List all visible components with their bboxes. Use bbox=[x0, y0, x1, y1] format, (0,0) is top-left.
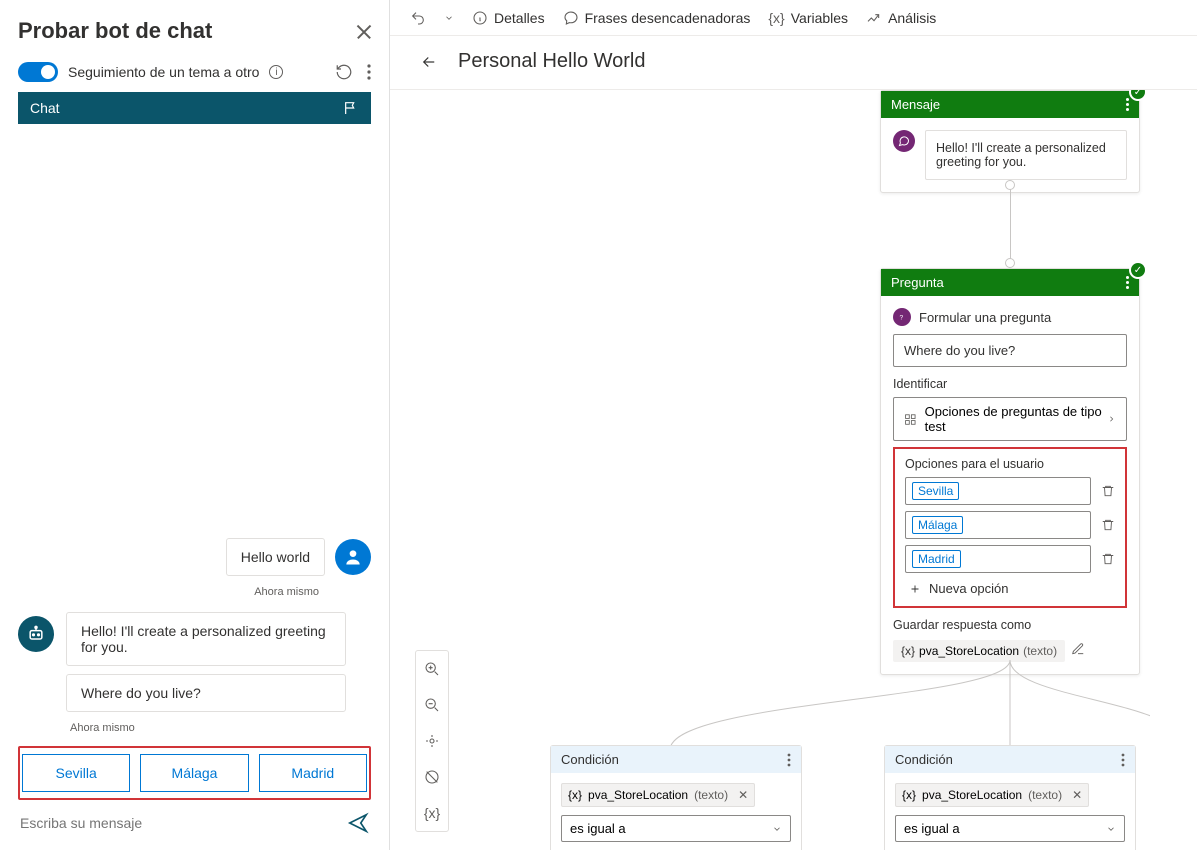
flag-icon[interactable] bbox=[343, 100, 359, 116]
delete-icon[interactable] bbox=[1101, 552, 1115, 566]
details-button[interactable]: Detalles bbox=[472, 10, 545, 26]
bot-avatar-icon bbox=[18, 616, 54, 652]
node-menu-icon[interactable] bbox=[1126, 276, 1129, 289]
remove-icon[interactable]: ✕ bbox=[738, 788, 748, 802]
save-response-label: Guardar respuesta como bbox=[893, 618, 1127, 632]
zoom-controls: {x} bbox=[415, 650, 449, 832]
chat-bubble-icon bbox=[893, 130, 915, 152]
analytics-button[interactable]: Análisis bbox=[866, 10, 936, 26]
option-input-3[interactable]: Madrid bbox=[905, 545, 1091, 573]
message-text[interactable]: Hello! I'll create a personalized greeti… bbox=[925, 130, 1127, 180]
option-madrid[interactable]: Madrid bbox=[259, 754, 367, 792]
identify-label: Identificar bbox=[893, 377, 1127, 391]
connector-dot bbox=[1005, 180, 1015, 190]
question-text-input[interactable] bbox=[893, 334, 1127, 367]
close-icon[interactable] bbox=[355, 23, 371, 39]
zoom-in-button[interactable] bbox=[416, 651, 448, 687]
track-toggle[interactable] bbox=[18, 62, 58, 82]
user-options-section: Opciones para el usuario Sevilla Málaga … bbox=[893, 447, 1127, 608]
chevron-down-icon bbox=[1106, 824, 1116, 834]
fit-button[interactable] bbox=[416, 723, 448, 759]
panel-title: Probar bot de chat bbox=[18, 18, 212, 44]
variables-button[interactable]: {x} Variables bbox=[768, 10, 848, 26]
trigger-phrases-button[interactable]: Frases desencadenadoras bbox=[563, 10, 751, 26]
chat-header: Chat bbox=[18, 92, 371, 124]
info-icon[interactable]: i bbox=[269, 65, 283, 79]
check-icon: ✓ bbox=[1129, 261, 1147, 279]
ask-question-label: Formular una pregunta bbox=[919, 310, 1051, 325]
variables-panel-button[interactable]: {x} bbox=[416, 795, 448, 831]
undo-button[interactable] bbox=[410, 10, 426, 26]
option-input-1[interactable]: Sevilla bbox=[905, 477, 1091, 505]
zoom-out-button[interactable] bbox=[416, 687, 448, 723]
condition-header: Condición bbox=[895, 752, 953, 767]
remove-icon[interactable]: ✕ bbox=[1072, 788, 1082, 802]
variable-chip[interactable]: {x} pva_StoreLocation (texto) bbox=[893, 640, 1065, 662]
authoring-canvas-panel: Detalles Frases desencadenadoras {x} Var… bbox=[390, 0, 1197, 850]
user-avatar-icon bbox=[335, 539, 371, 575]
option-sevilla[interactable]: Sevilla bbox=[22, 754, 130, 792]
bot-message-1: Hello! I'll create a personalized greeti… bbox=[66, 612, 346, 666]
connector-dot bbox=[1005, 258, 1015, 268]
option-input-2[interactable]: Málaga bbox=[905, 511, 1091, 539]
track-label: Seguimiento de un tema a otro bbox=[68, 64, 259, 80]
question-node-header: Pregunta bbox=[891, 275, 944, 290]
operator-select[interactable]: es igual a bbox=[895, 815, 1125, 842]
reset-view-button[interactable] bbox=[416, 759, 448, 795]
delete-icon[interactable] bbox=[1101, 484, 1115, 498]
page-title: Personal Hello World bbox=[458, 50, 646, 73]
reset-icon[interactable] bbox=[335, 63, 353, 81]
quick-reply-options: Sevilla Málaga Madrid bbox=[18, 746, 371, 800]
question-icon: ? bbox=[893, 308, 911, 326]
undo-dropdown[interactable] bbox=[444, 13, 454, 23]
condition-node-1[interactable]: Condición {x}pva_StoreLocation (texto) ✕… bbox=[550, 745, 802, 850]
user-message-time: Ahora mismo bbox=[18, 586, 319, 598]
message-input[interactable] bbox=[20, 815, 347, 831]
operator-select[interactable]: es igual a bbox=[561, 815, 791, 842]
condition-variable-chip[interactable]: {x}pva_StoreLocation (texto) ✕ bbox=[895, 783, 1089, 807]
chat-header-label: Chat bbox=[30, 100, 60, 116]
back-arrow-icon[interactable] bbox=[420, 53, 438, 71]
identify-picker[interactable]: Opciones de preguntas de tipo test bbox=[893, 397, 1127, 441]
connector-line bbox=[1010, 185, 1011, 265]
svg-text:?: ? bbox=[900, 315, 904, 322]
flow-canvas[interactable]: ✓ Mensaje Hello! I'll create a personali… bbox=[390, 90, 1197, 850]
message-node-header: Mensaje bbox=[891, 97, 940, 112]
more-icon[interactable] bbox=[367, 64, 371, 80]
bot-message-2: Where do you live? bbox=[66, 674, 346, 712]
node-menu-icon[interactable] bbox=[1121, 753, 1125, 767]
message-node[interactable]: ✓ Mensaje Hello! I'll create a personali… bbox=[880, 90, 1140, 193]
condition-header: Condición bbox=[561, 752, 619, 767]
condition-variable-chip[interactable]: {x}pva_StoreLocation (texto) ✕ bbox=[561, 783, 755, 807]
question-node[interactable]: ✓ Pregunta ? Formular una pregunta Ident… bbox=[880, 268, 1140, 675]
chevron-right-icon bbox=[1107, 414, 1116, 424]
node-menu-icon[interactable] bbox=[1126, 98, 1129, 111]
user-options-label: Opciones para el usuario bbox=[905, 457, 1115, 471]
bot-message-time: Ahora mismo bbox=[70, 722, 371, 734]
delete-icon[interactable] bbox=[1101, 518, 1115, 532]
new-option-button[interactable]: Nueva opción bbox=[909, 581, 1115, 596]
send-icon[interactable] bbox=[347, 812, 369, 834]
top-toolbar: Detalles Frases desencadenadoras {x} Var… bbox=[390, 0, 1197, 36]
node-menu-icon[interactable] bbox=[787, 753, 791, 767]
edit-icon[interactable] bbox=[1071, 642, 1085, 656]
user-message: Hello world bbox=[226, 538, 325, 576]
chevron-down-icon bbox=[772, 824, 782, 834]
test-bot-panel: Probar bot de chat Seguimiento de un tem… bbox=[0, 0, 390, 850]
chat-body: Hello world Ahora mismo Hello! I'll crea… bbox=[18, 124, 371, 840]
condition-node-2[interactable]: Condición {x}pva_StoreLocation (texto) ✕… bbox=[884, 745, 1136, 850]
option-malaga[interactable]: Málaga bbox=[140, 754, 248, 792]
